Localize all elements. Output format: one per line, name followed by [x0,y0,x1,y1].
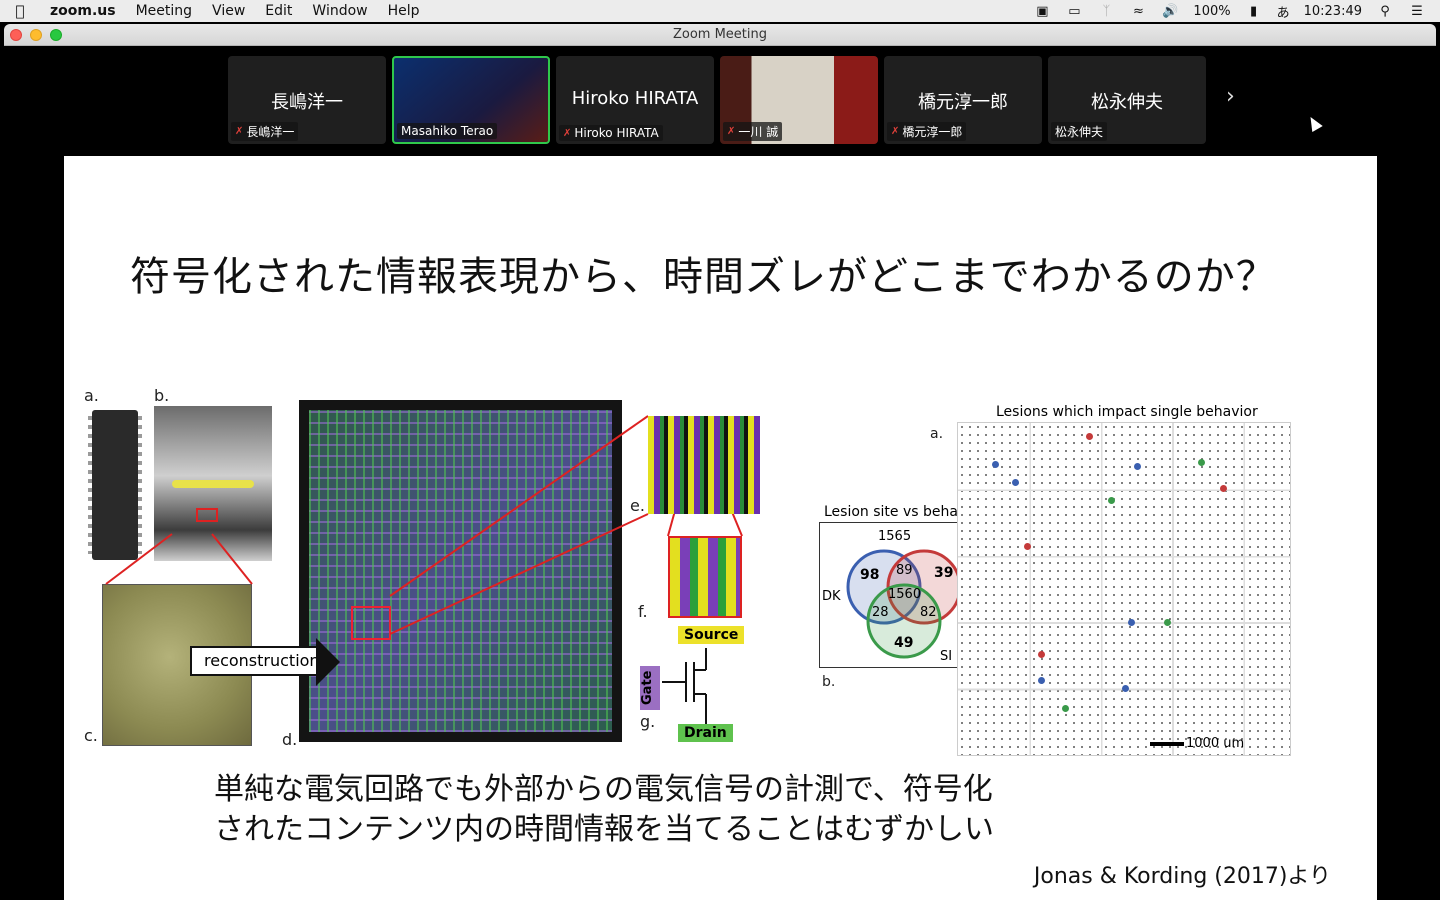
next-participants-chevron-icon[interactable]: › [1226,84,1235,109]
window-title: Zoom Meeting [672,27,768,42]
venn-dk-si: 28 [872,605,889,620]
lesion-point-pf [1038,651,1045,658]
menu-edit[interactable]: Edit [255,0,302,22]
bluetooth-icon[interactable]: ᛉ [1097,4,1115,19]
menu-meeting[interactable]: Meeting [126,0,202,22]
mic-muted-icon: ✗ [563,127,572,139]
battery-icon[interactable]: ▮ [1245,4,1263,19]
mic-muted-icon: ✗ [727,126,736,137]
layout-zoom-e [648,416,760,514]
lesion-point-si [1062,705,1069,712]
menu-view[interactable]: View [202,0,255,22]
spotlight-search-icon[interactable]: ⚲ [1376,4,1394,19]
wifi-icon[interactable]: ≈ [1129,4,1147,19]
lesion-point-pf [1086,433,1093,440]
menu-bar:  zoom.us Meeting View Edit Window Help … [0,0,1440,22]
lesion-point-si [1164,619,1171,626]
participant-name-large: 松永伸夫 [1091,92,1163,113]
panel-label-f: f. [638,602,648,621]
lesion-point-dk [1122,685,1129,692]
panel-label-right-b: b. [822,674,836,690]
gate-label: Gate [640,666,660,710]
lesion-point-si [1108,497,1115,504]
venn-all: 1560 [888,587,922,602]
apple-icon[interactable]:  [0,2,40,20]
mic-muted-icon: ✗ [891,126,900,137]
notification-center-icon[interactable]: ☰ [1408,4,1426,19]
menu-help[interactable]: Help [378,0,430,22]
panel-label-g: g. [640,712,656,731]
slide-caption-line-2: されたコンテンツ内の時間情報を当てることはむずかしい [214,812,994,847]
close-window-button[interactable] [10,29,22,41]
venn-dk-only: 98 [860,567,880,583]
scale-bar [1150,742,1184,746]
zoom-status-icon[interactable]: ▣ [1033,4,1051,19]
lesion-point-pf [1024,543,1031,550]
lesion-point-pf [1220,485,1227,492]
venn-total: 1565 [878,529,912,544]
venn-pf-si: 82 [920,605,937,620]
venn-pf-only: 39 [934,565,954,581]
participant-nametag: ✗ 橋元淳一郎 [887,122,967,141]
participant-name-large: 長嶋洋一 [271,92,343,113]
lesion-point-dk [1038,677,1045,684]
source-label: Source [678,626,745,644]
airplay-icon[interactable]: ▭ [1065,4,1083,19]
venn-label-dk: DK [822,589,841,604]
volume-icon[interactable]: 🔊 [1161,4,1179,19]
battery-percent: 100% [1193,3,1231,19]
participant-nametag: 松永伸夫 [1051,122,1108,141]
participant-strip: 長嶋洋一 ✗ 長嶋洋一 Masahiko Terao Hiroko HIRATA … [228,56,1206,144]
slide-caption: 単純な電気回路でも外部からの電気信号の計測で、符号化 されたコンテンツ内の時間情… [214,770,994,850]
participant-nametag: ✗ 長嶋洋一 [231,122,299,141]
participant-tile[interactable]: 松永伸夫 松永伸夫 [1048,56,1206,144]
participant-tile[interactable]: Hiroko HIRATA ✗ Hiroko HIRATA [556,56,714,144]
lesion-point-dk [1134,463,1141,470]
panel-label-right-a: a. [930,426,944,442]
slide-caption-line-1: 単純な電気回路でも外部からの電気信号の計測で、符号化 [214,772,993,807]
participant-tile[interactable]: 橋元淳一郎 ✗ 橋元淳一郎 [884,56,1042,144]
panel-label-e: e. [630,496,645,515]
clock[interactable]: 10:23:49 [1304,4,1362,19]
participant-tile-video[interactable]: ✗ 一川 誠 [720,56,878,144]
mouse-cursor-icon [1305,113,1323,133]
lesion-point-dk [1012,479,1019,486]
participant-name-large: Hiroko HIRATA [571,88,699,109]
shared-screen-slide: 符号化された情報表現から、時間ズレがどこまでわかるのか？ a. b. c. re… [64,156,1377,900]
venn-label-si: SI [940,649,953,664]
zoom-meeting-window: Zoom Meeting 長嶋洋一 ✗ 長嶋洋一 Masahiko Terao H… [4,24,1436,900]
lesion-point-si [1198,459,1205,466]
layout-zoom-f [668,536,742,618]
mic-muted-icon: ✗ [235,126,244,137]
slide-credit: Jonas & Kording (2017)より [1033,864,1331,889]
lesion-map [957,422,1291,756]
minimize-window-button[interactable] [30,29,42,41]
lesion-point-dk [992,461,999,468]
venn-si-only: 49 [894,635,914,651]
participant-tile[interactable]: 長嶋洋一 ✗ 長嶋洋一 [228,56,386,144]
participant-name-large: 橋元淳一郎 [918,92,1008,113]
lesion-point-dk [1128,619,1135,626]
menu-window[interactable]: Window [302,0,377,22]
participant-tile-active-speaker[interactable]: Masahiko Terao [392,56,550,144]
menu-app-name[interactable]: zoom.us [40,0,126,22]
fullscreen-window-button[interactable] [50,29,62,41]
venn-dk-pf: 89 [896,563,913,578]
scale-bar-label: 1000 um [1186,736,1245,751]
participant-nametag: ✗ Hiroko HIRATA [559,125,663,141]
lesion-map-title: Lesions which impact single behavior [996,404,1258,420]
participant-nametag: Masahiko Terao [397,123,498,139]
input-method[interactable]: あ [1277,2,1290,21]
title-bar: Zoom Meeting [4,24,1436,46]
participant-nametag: ✗ 一川 誠 [723,122,783,141]
